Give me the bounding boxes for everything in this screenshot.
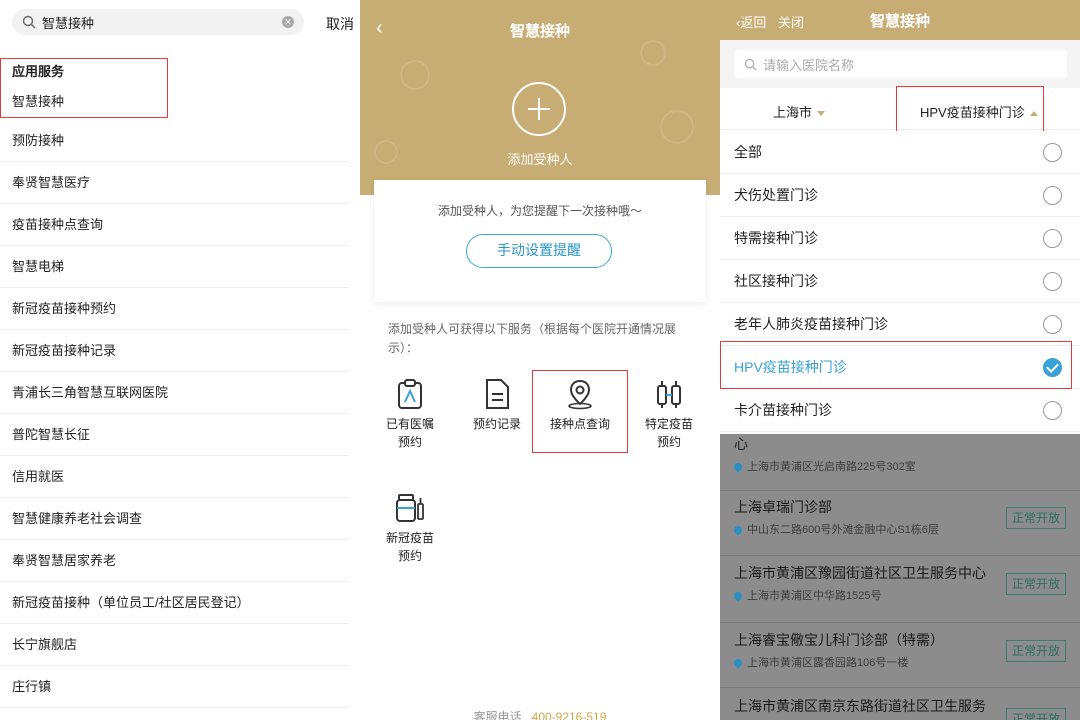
- add-person-icon[interactable]: [512, 82, 566, 136]
- option-item[interactable]: 老年人肺炎疫苗接种门诊: [720, 303, 1080, 346]
- result-name: 上海卓瑞门诊部: [734, 499, 832, 515]
- status-badge: 正常开放: [1006, 573, 1066, 595]
- highlight-box: [896, 86, 1044, 136]
- reminder-text: 添加受种人，为您提醒下一次接种哦～: [437, 204, 642, 218]
- add-person-label[interactable]: 添加受种人: [360, 149, 720, 168]
- radio-button[interactable]: [1043, 143, 1062, 162]
- status-badge: 正常开放: [1006, 708, 1066, 720]
- option-item[interactable]: 特需接种门诊: [720, 217, 1080, 260]
- city-dropdown[interactable]: 上海市: [773, 102, 826, 121]
- highlight-box: [0, 58, 168, 118]
- service-label: 已有医嘱: [385, 417, 434, 431]
- result-item[interactable]: 新冠疫苗接种预约: [0, 288, 348, 330]
- service-covid-vaccine[interactable]: 新冠疫苗 预约: [370, 492, 450, 565]
- manual-reminder-button[interactable]: 手动设置提醒: [466, 234, 612, 268]
- result-address: 上海市黄浦区露香园路106号一楼: [732, 654, 908, 670]
- radio-button[interactable]: [1043, 315, 1062, 334]
- clinic-filter-panel: ‹返回 关闭 智慧接种 请输入医院名称 上海市 HPV疫苗接种门诊 心 上海市黄…: [720, 0, 1080, 720]
- option-item[interactable]: 犬伤处置门诊: [720, 174, 1080, 217]
- vaccine-bottle-icon: [396, 494, 424, 522]
- search-input[interactable]: 智慧接种: [42, 13, 282, 32]
- option-item[interactable]: 卡介苗接种门诊: [720, 389, 1080, 432]
- reminder-card: 添加受种人，为您提醒下一次接种哦～ 手动设置提醒: [374, 180, 706, 302]
- result-item[interactable]: 奉贤智慧居家养老: [0, 540, 348, 582]
- footer-label: 客服电话: [473, 710, 522, 720]
- option-item[interactable]: 全部: [720, 131, 1080, 174]
- results-list-dimmed: 心 上海市黄浦区光启南路225号302室 上海卓瑞门诊部 中山东二路600号外滩…: [720, 434, 1080, 720]
- result-name-fragment: 心: [734, 436, 748, 452]
- result-name: 上海睿宝儆宝儿科门诊部（特需）: [734, 632, 944, 648]
- vaccine-vials-icon: [657, 381, 681, 408]
- option-item[interactable]: 社区接种门诊: [720, 260, 1080, 303]
- divider: [720, 687, 1080, 688]
- clipboard-icon: [398, 379, 422, 409]
- location-icon: [732, 524, 744, 536]
- top-bar: ‹返回 关闭 智慧接种: [720, 0, 1080, 40]
- phone-link[interactable]: 400-9216-519: [532, 710, 607, 720]
- caret-down-icon: [817, 111, 826, 117]
- location-icon: [732, 590, 744, 602]
- result-address: 中山东二路600号外滩金融中心S1栋6层: [732, 521, 939, 537]
- result-item[interactable]: 疫苗接种点查询: [0, 204, 348, 246]
- result-item[interactable]: 庄行镇: [0, 666, 348, 708]
- location-icon: [732, 461, 744, 473]
- location-icon: [732, 657, 744, 669]
- search-results-panel: 智慧接种 ✕ 取消 应用服务 智慧接种 预防接种 奉贤智慧医疗 疫苗接种点查询 …: [0, 0, 360, 720]
- card-wave-edge: [374, 297, 706, 302]
- result-address: 上海市黄浦区中华路1525号: [732, 587, 881, 603]
- result-item[interactable]: 预防接种: [0, 120, 348, 162]
- divider: [720, 622, 1080, 623]
- result-list: 预防接种 奉贤智慧医疗 疫苗接种点查询 智慧电梯 新冠疫苗接种预约 新冠疫苗接种…: [0, 120, 348, 708]
- service-prescription-appointment[interactable]: 已有医嘱 预约: [370, 378, 450, 451]
- service-label: 预约: [397, 435, 422, 449]
- status-badge: 正常开放: [1006, 507, 1066, 529]
- search-placeholder: 请输入医院名称: [763, 57, 855, 73]
- clear-search-icon[interactable]: ✕: [282, 16, 294, 28]
- search-icon: [744, 58, 757, 71]
- decor-shape: [400, 60, 430, 90]
- search-icon: [22, 15, 36, 29]
- service-label: 特定疫苗: [644, 417, 693, 431]
- divider: [720, 490, 1080, 491]
- divider: [720, 555, 1080, 556]
- result-name: 上海市黄浦区南京东路街道社区卫生服务: [734, 698, 986, 714]
- result-item[interactable]: 智慧电梯: [0, 246, 348, 288]
- services-info: 添加受种人可获得以下服务（根据每个医院开通情况展示）：: [388, 322, 677, 355]
- service-appointment-records[interactable]: 预约记录: [457, 378, 537, 433]
- service-label: 预约记录: [472, 417, 521, 431]
- radio-button[interactable]: [1043, 401, 1062, 420]
- service-label: 新冠疫苗: [385, 531, 434, 545]
- result-item[interactable]: 长宁旗舰店: [0, 624, 348, 666]
- result-item[interactable]: 新冠疫苗接种（单位员工/社区居民登记）: [0, 582, 348, 624]
- result-name: 上海市黄浦区豫园街道社区卫生服务中心: [734, 565, 986, 581]
- highlight-box: [532, 370, 628, 453]
- result-item[interactable]: 普陀智慧长征: [0, 414, 348, 456]
- result-address: 上海市黄浦区光启南路225号302室: [732, 458, 916, 474]
- cancel-button[interactable]: 取消: [326, 14, 354, 34]
- result-item[interactable]: 智慧健康养老社会调查: [0, 498, 348, 540]
- search-bar[interactable]: 智慧接种 ✕: [12, 9, 304, 35]
- result-item[interactable]: 信用就医: [0, 456, 348, 498]
- radio-button[interactable]: [1043, 186, 1062, 205]
- document-icon: [486, 379, 509, 409]
- page-title: 智慧接种: [509, 23, 570, 40]
- city-label: 上海市: [773, 105, 813, 120]
- result-item[interactable]: 青浦长三角智慧互联网医院: [0, 372, 348, 414]
- service-specific-vaccine[interactable]: 特定疫苗 预约: [629, 378, 709, 451]
- decor-shape: [660, 110, 694, 144]
- customer-service-footer: 客服电话 400-9216-519: [360, 708, 720, 720]
- vaccination-home-panel: ‹ 智慧接种 添加受种人 添加受种人，为您提醒下一次接种哦～ 手动设置提醒 添加…: [360, 0, 720, 720]
- radio-button[interactable]: [1043, 272, 1062, 291]
- result-item[interactable]: 奉贤智慧医疗: [0, 162, 348, 204]
- search-area: 请输入医院名称: [720, 40, 1080, 88]
- page-title: 智慧接种: [869, 13, 930, 30]
- hospital-search-input[interactable]: 请输入医院名称: [734, 50, 1067, 78]
- service-label: 预约: [397, 549, 422, 563]
- result-item[interactable]: 新冠疫苗接种记录: [0, 330, 348, 372]
- service-label: 预约: [656, 435, 681, 449]
- status-badge: 正常开放: [1006, 640, 1066, 662]
- radio-button[interactable]: [1043, 229, 1062, 248]
- highlight-box: [720, 341, 1072, 389]
- decor-shape: [640, 40, 666, 66]
